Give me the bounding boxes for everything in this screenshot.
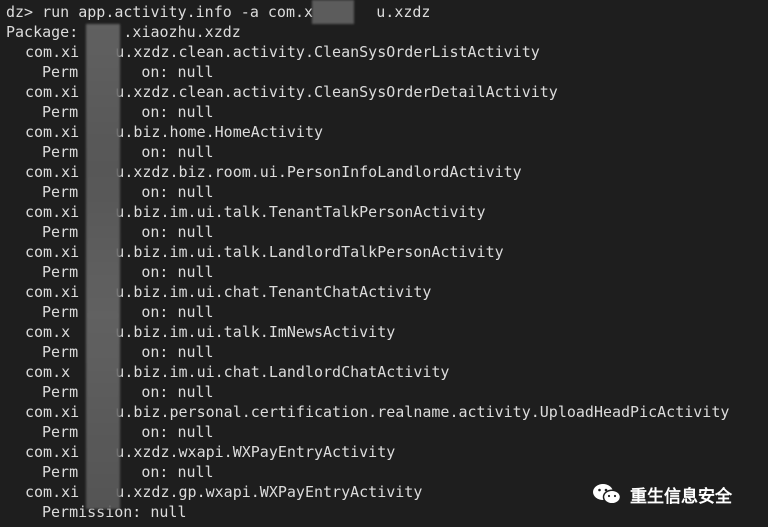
permission-line: Perm on: null [42, 263, 214, 281]
permission-line: Perm on: null [42, 63, 214, 81]
permission-line: Perm on: null [42, 183, 214, 201]
activity-line: com.xi u.xzdz.wxapi.WXPayEntryActivity [25, 443, 396, 461]
permission-line: Perm on: null [42, 383, 214, 401]
activity-line: com.xi u.biz.personal.certification.real… [25, 403, 730, 421]
redaction-blur [312, 0, 354, 24]
permission-line: Perm on: null [42, 303, 214, 321]
permission-line: Perm on: null [42, 343, 214, 361]
redaction-blur [86, 24, 120, 509]
activity-line: com.xi u.xzdz.gp.wxapi.WXPayEntryActivit… [25, 483, 423, 501]
permission-line: Perm on: null [42, 223, 214, 241]
package-line: Package: .xiaozhu.xzdz [6, 23, 241, 41]
watermark: 重生信息安全 [592, 480, 732, 508]
watermark-text: 重生信息安全 [630, 486, 732, 507]
terminal-window[interactable]: dz> run app.activity.info -a com.x u.xzd… [0, 0, 768, 527]
permission-line: Perm on: null [42, 143, 214, 161]
permission-line: Perm on: null [42, 463, 214, 481]
wechat-icon [592, 482, 622, 506]
permission-line: Perm on: null [42, 423, 214, 441]
permission-line: Perm on: null [42, 103, 214, 121]
command-line: dz> run app.activity.info -a com.x u.xzd… [6, 3, 431, 21]
activity-line: com.xi u.biz.home.HomeActivity [25, 123, 324, 141]
activity-line: com.x u.biz.im.ui.talk.ImNewsActivity [25, 323, 396, 341]
